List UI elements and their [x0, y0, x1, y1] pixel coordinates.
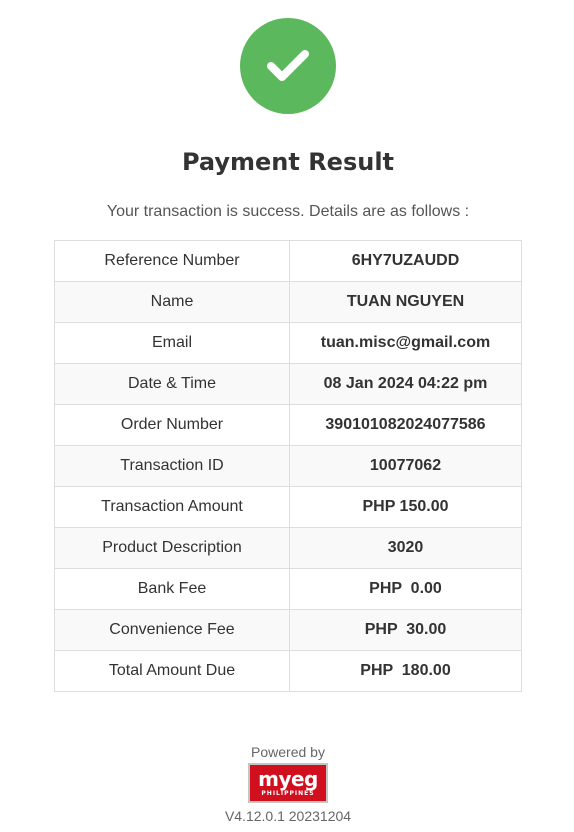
logo-wordmark: myeg [258, 766, 318, 791]
row-label: Product Description [54, 527, 290, 569]
row-label: Transaction ID [54, 445, 290, 487]
table-row-order-number: Order Number 390101082024077586 [54, 404, 522, 446]
table-row-bank-fee: Bank Fee PHP 0.00 [54, 568, 522, 610]
table-row-transaction-amount: Transaction Amount PHP 150.00 [54, 486, 522, 528]
row-value: TUAN NGUYEN [289, 281, 522, 323]
page-title: Payment Result [181, 148, 395, 176]
row-value: 6HY7UZAUDD [289, 240, 522, 282]
table-row-transaction-id: Transaction ID 10077062 [54, 445, 522, 487]
row-value: PHP 150.00 [289, 486, 522, 528]
row-value: 390101082024077586 [289, 404, 522, 446]
myeg-logo: myeg PHILIPPINES [248, 763, 328, 803]
table-row-email: Email tuan.misc@gmail.com [54, 322, 522, 364]
row-label: Date & Time [54, 363, 290, 405]
table-row-date-time: Date & Time 08 Jan 2024 04:22 pm [54, 363, 522, 405]
row-value: 3020 [289, 527, 522, 569]
row-label: Order Number [54, 404, 290, 446]
row-label: Total Amount Due [54, 650, 290, 692]
row-label: Name [54, 281, 290, 323]
logo-subtext: PHILIPPINES [261, 789, 315, 797]
row-value: 10077062 [289, 445, 522, 487]
row-value: PHP 0.00 [289, 568, 522, 610]
table-row-product-description: Product Description 3020 [54, 527, 522, 569]
table-row-convenience-fee: Convenience Fee PHP 30.00 [54, 609, 522, 651]
row-value: PHP 180.00 [289, 650, 522, 692]
row-label: Email [54, 322, 290, 364]
row-label: Transaction Amount [54, 486, 290, 528]
table-row-reference-number: Reference Number 6HY7UZAUDD [54, 240, 522, 282]
success-status [240, 18, 336, 114]
table-row-name: Name TUAN NGUYEN [54, 281, 522, 323]
transaction-details-table: Reference Number 6HY7UZAUDD Name TUAN NG… [54, 240, 522, 692]
row-label: Bank Fee [54, 568, 290, 610]
row-value: 08 Jan 2024 04:22 pm [289, 363, 522, 405]
powered-by-text: Powered by [251, 744, 325, 760]
checkmark-icon [267, 50, 309, 81]
row-value: tuan.misc@gmail.com [289, 322, 522, 364]
row-label: Convenience Fee [54, 609, 290, 651]
page-subtitle: Your transaction is success. Details are… [106, 203, 470, 220]
row-value: PHP 30.00 [289, 609, 522, 651]
row-label: Reference Number [54, 240, 290, 282]
table-row-total-amount-due: Total Amount Due PHP 180.00 [54, 650, 522, 692]
version-text: V4.12.0.1 20231204 [224, 808, 352, 824]
